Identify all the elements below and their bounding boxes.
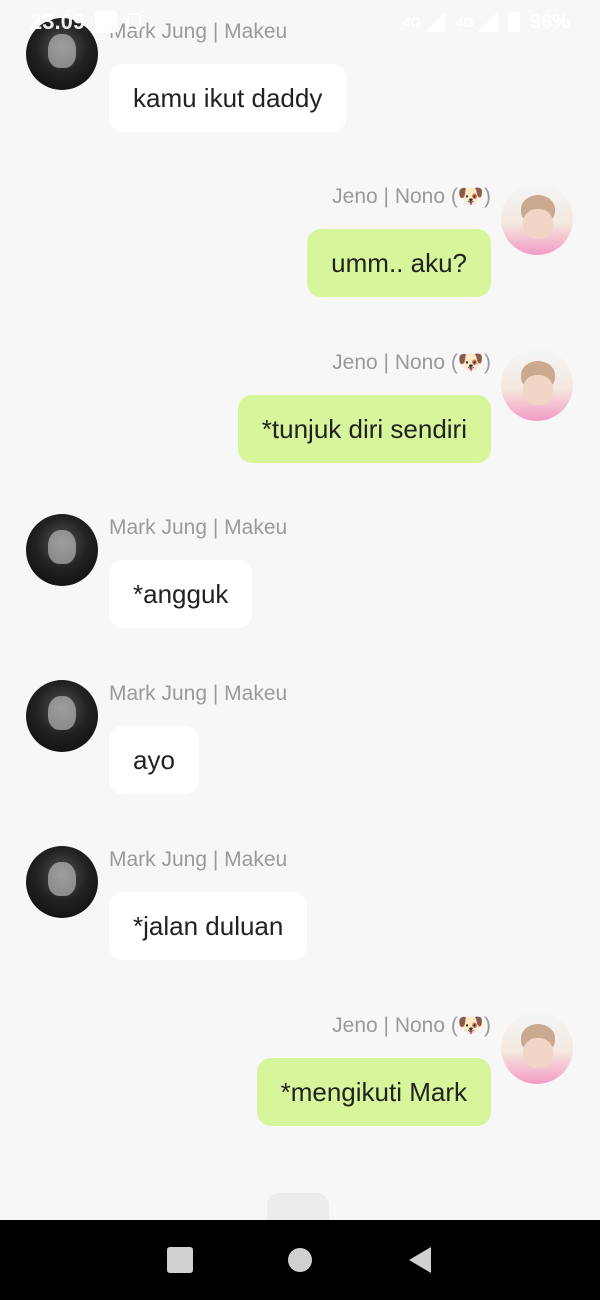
sender-name: Jeno | Nono (🐶) [332,351,491,374]
recent-apps-button[interactable] [150,1230,210,1290]
lock-icon [127,13,142,31]
square-icon [167,1247,193,1273]
message-bubble[interactable]: *jalan duluan [109,892,308,960]
avatar[interactable] [26,514,98,586]
status-bar: 23.09 4G 4G 96% [0,0,600,44]
message-bubble[interactable]: *tunjuk diri sendiri [237,395,491,463]
avatar[interactable] [501,183,573,255]
triangle-back-icon [409,1247,431,1273]
home-button[interactable] [270,1230,330,1290]
sender-name: Mark Jung | Makeu [109,848,288,871]
signal-icon [477,12,498,32]
sender-name: Jeno | Nono (🐶) [332,185,491,208]
back-button[interactable] [390,1230,450,1290]
network-type: 4G [402,14,422,30]
network-type: 4G [455,14,474,30]
circle-icon [288,1248,312,1272]
message-bubble[interactable]: ayo [109,726,199,794]
navigation-bar [0,1220,600,1300]
sender-name: Mark Jung | Makeu [109,516,288,539]
sender-name: Mark Jung | Makeu [109,682,288,705]
message-bubble[interactable]: kamu ikut daddy [109,64,347,132]
message-bubble[interactable]: umm.. aku? [307,229,491,297]
status-time: 23.09 [30,9,86,34]
avatar[interactable] [501,1012,573,1084]
notification-icon [95,11,118,33]
avatar[interactable] [26,680,98,752]
signal-icon [425,12,446,32]
sender-name: Jeno | Nono (🐶) [332,1014,491,1037]
battery-level: 96% [529,10,570,33]
chat-message-list[interactable]: Mark Jung | Makeu kamu ikut daddy Jeno |… [0,0,600,1233]
battery-icon [507,12,520,32]
message-bubble[interactable]: *mengikuti Mark [256,1058,491,1126]
avatar[interactable] [501,349,573,421]
avatar[interactable] [26,846,98,918]
message-bubble[interactable]: *angguk [109,560,253,628]
